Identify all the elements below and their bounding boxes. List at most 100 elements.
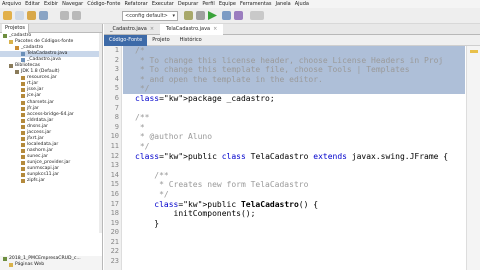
menu-6[interactable]: Executar	[152, 1, 174, 7]
menu-0[interactable]: Arquivo	[2, 1, 21, 7]
menu-5[interactable]: Refatorar	[124, 1, 147, 7]
debug-icon[interactable]	[222, 11, 231, 20]
code-editor[interactable]: /* * To change this license header, choo…	[123, 46, 465, 270]
line-number: 18	[110, 209, 119, 218]
code-line: initComponents();	[123, 209, 465, 219]
lib-icon	[15, 70, 19, 75]
code-line: *	[123, 123, 465, 133]
project-tree-bottom: 2018_1_PMCEmpresaCRUD_c... Páginas Web	[0, 256, 102, 270]
line-number: 10	[110, 132, 119, 141]
menu-12[interactable]: Ajuda	[295, 1, 309, 7]
jar-icon	[21, 154, 25, 159]
code-line: /*	[123, 46, 465, 56]
line-number: 3	[114, 65, 119, 74]
jar-icon	[21, 76, 25, 81]
line-number: 1	[114, 46, 119, 54]
code-line: * @author Aluno	[123, 132, 465, 142]
line-number: 13	[110, 161, 119, 170]
code-line: class="kw">package _cadastro;	[123, 94, 465, 104]
code-line	[123, 228, 465, 238]
profile-icon[interactable]	[234, 11, 243, 20]
undo-icon[interactable]	[60, 11, 69, 20]
subtab[interactable]: Projeto	[147, 35, 174, 46]
line-number: 20	[110, 228, 119, 237]
jar-icon	[21, 173, 25, 178]
line-number: 22	[110, 247, 119, 256]
menu-4[interactable]: Código-Fonte	[87, 1, 120, 7]
code-line-text: /*	[135, 46, 145, 55]
new-project-icon[interactable]	[3, 11, 12, 20]
subtab[interactable]: Código-Fonte	[104, 35, 148, 46]
jar-icon	[21, 124, 25, 129]
jar-icon	[21, 106, 25, 111]
line-number: 19	[110, 218, 119, 227]
clean-build-icon[interactable]	[196, 11, 205, 20]
projects-panel: Projetos _cadastro Pacotes de Códigos-fon…	[0, 24, 103, 270]
line-number: 14	[110, 170, 119, 179]
close-icon[interactable]: ×	[150, 26, 154, 32]
line-number: 23	[110, 257, 119, 266]
menu-2[interactable]: Exibir	[44, 1, 58, 7]
menu-1[interactable]: Editar	[25, 1, 40, 7]
tree-item[interactable]: Páginas Web	[0, 262, 102, 268]
close-icon[interactable]: ×	[213, 26, 217, 32]
code-line-text: initComponents();	[135, 209, 256, 219]
line-number: 21	[110, 237, 119, 246]
line-number: 7	[114, 103, 119, 112]
line-number: 12	[110, 151, 119, 160]
lib-icon	[9, 64, 13, 69]
save-all-icon[interactable]	[39, 11, 48, 20]
code-line-text: /**	[135, 170, 169, 180]
code-line-text: class="kw">public class TelaCadastro ext…	[135, 151, 449, 161]
code-line-text: }	[135, 218, 160, 228]
new-file-icon[interactable]	[15, 11, 24, 20]
editor-tab-label: TelaCadastro.java	[166, 26, 211, 32]
config-select[interactable]: <config default>	[122, 11, 178, 21]
build-icon[interactable]	[184, 11, 193, 20]
editor-tabs: _Cadastro.java × TelaCadastro.java ×	[104, 24, 480, 35]
code-line	[123, 257, 465, 267]
jar-icon	[21, 136, 25, 141]
tab-projects[interactable]: Projetos	[2, 24, 30, 33]
editor-tab[interactable]: TelaCadastro.java ×	[160, 24, 224, 35]
jar-icon	[21, 88, 25, 93]
proj-icon	[3, 257, 7, 262]
java-icon	[21, 52, 25, 57]
line-number: 11	[110, 141, 119, 150]
line-number-gutter: 1 2 3 4 5 6 7 8 9 10 11 12 13 14 15 16 17 18 19 20 21 22 23	[104, 46, 122, 270]
menu-bar: Arquivo Editar Exibir Navegar Código-Fonte Re…	[0, 0, 480, 8]
editor-scrollbar[interactable]	[466, 46, 480, 270]
code-line: */	[123, 142, 465, 152]
open-project-icon[interactable]	[27, 11, 36, 20]
menu-7[interactable]: Depurar	[178, 1, 198, 7]
code-line-text: */	[135, 84, 150, 94]
jar-icon	[21, 148, 25, 153]
menu-3[interactable]: Navegar	[62, 1, 83, 7]
menu-11[interactable]: Janela	[276, 1, 291, 7]
line-number: 16	[110, 189, 119, 198]
error-stripe-mark[interactable]	[470, 50, 478, 53]
subtab[interactable]: Histórico	[175, 35, 207, 46]
tree-scrollbar[interactable]	[99, 33, 102, 233]
menu-10[interactable]: Ferramentas	[240, 1, 272, 7]
line-number: 15	[110, 180, 119, 189]
jar-icon	[21, 167, 25, 172]
code-line: * Creates new form TelaCadastro	[123, 180, 465, 190]
code-line-text: */	[135, 189, 169, 199]
code-line-text: class="kw">public TelaCadastro() {	[154, 199, 319, 209]
tree-item[interactable]: zipfs.jar	[0, 178, 102, 184]
run-icon[interactable]	[208, 11, 217, 20]
menu-8[interactable]: Perfil	[202, 1, 215, 7]
editor-subtabs: Código-Fonte Projeto Histórico	[104, 35, 480, 46]
redo-icon[interactable]	[72, 11, 81, 20]
line-number: 8	[114, 113, 119, 122]
jar-icon	[21, 142, 25, 147]
jar-icon	[21, 100, 25, 105]
toolbar: <config default>	[0, 8, 480, 24]
memory-icon	[250, 11, 264, 20]
tree-item-label: Páginas Web	[15, 262, 45, 268]
editor-tab[interactable]: _Cadastro.java ×	[104, 24, 160, 35]
menu-9[interactable]: Equipe	[219, 1, 236, 7]
